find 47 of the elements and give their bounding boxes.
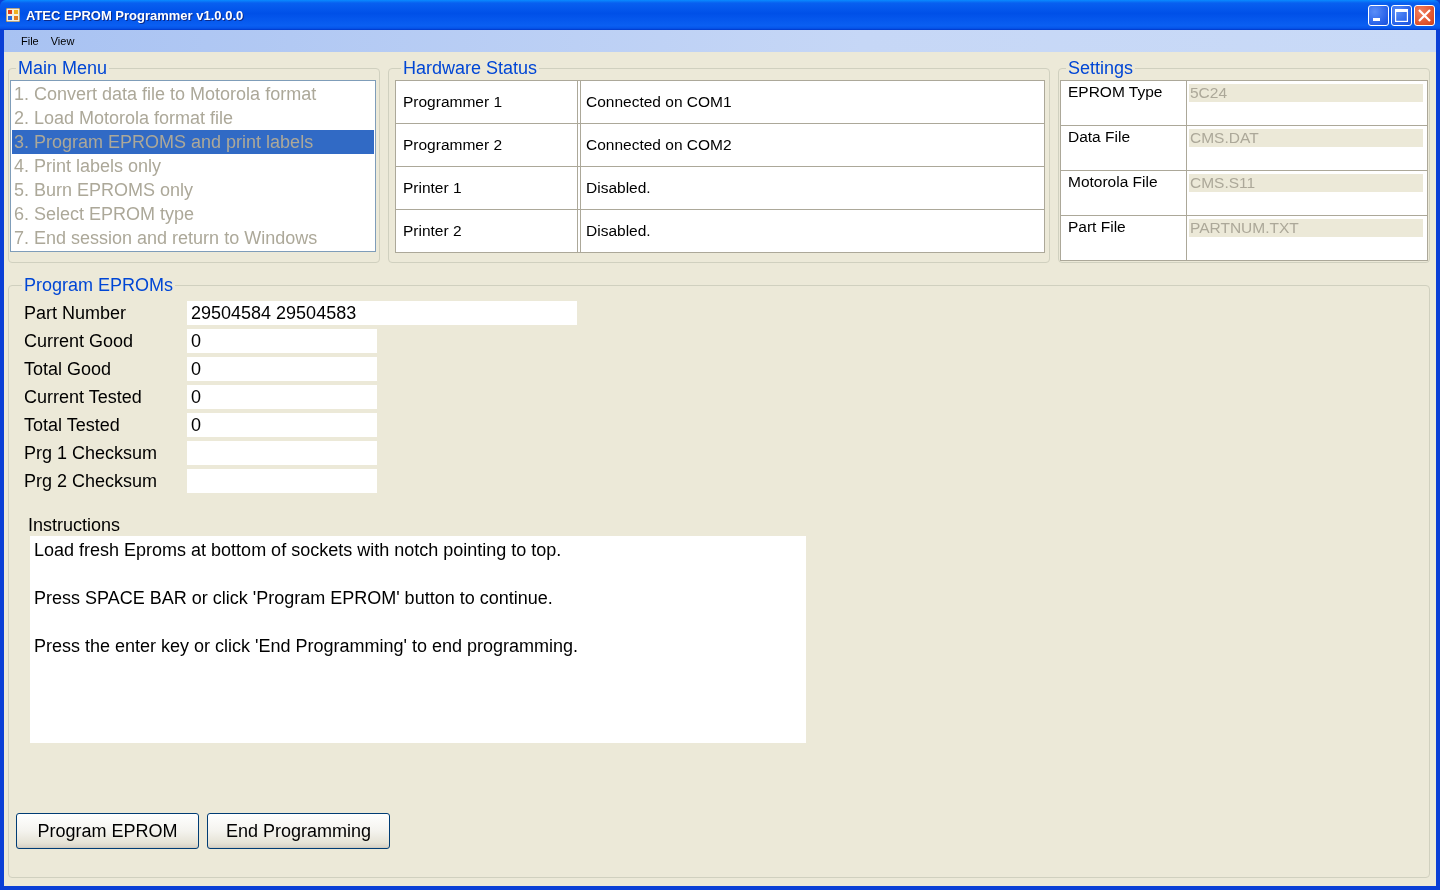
table-cell: Printer 2: [396, 210, 581, 252]
table-cell: Motorola File: [1061, 171, 1187, 215]
app-icon: [6, 8, 20, 22]
field-label: Prg 2 Checksum: [24, 470, 159, 492]
text-field[interactable]: [187, 469, 377, 493]
field-label: Part Number: [24, 302, 128, 324]
action-button[interactable]: Program EPROM: [16, 813, 199, 849]
group-title: Hardware Status: [402, 58, 539, 78]
text-field[interactable]: 0: [187, 329, 377, 353]
table-cell: Part File: [1061, 216, 1187, 260]
group-title: Program EPROMs: [23, 275, 175, 295]
text-field[interactable]: 0: [187, 357, 377, 381]
minimize-button[interactable]: [1368, 4, 1389, 26]
table-cell-text: Connected on COM2: [585, 135, 733, 155]
field-label: Total Tested: [24, 414, 121, 436]
minimize-icon: [1372, 18, 1380, 21]
text-field[interactable]: 0: [187, 413, 377, 437]
text-field[interactable]: [187, 441, 377, 465]
table-cell: Printer 1: [396, 167, 581, 209]
menu-item[interactable]: View: [44, 34, 81, 48]
table-cell-text: Connected on COM1: [585, 92, 733, 112]
group-title: Settings: [1067, 58, 1135, 78]
text-field[interactable]: 0: [187, 385, 377, 409]
field-label: Prg 1 Checksum: [24, 442, 159, 464]
table-cell: Programmer 2: [396, 124, 581, 166]
table-cell-text: Disabled.: [585, 178, 652, 198]
table-cell: Data File: [1061, 126, 1187, 170]
instruction-text: Press SPACE BAR or click 'Program EPROM' button to continue.: [34, 587, 553, 610]
text-field[interactable]: 29504584 29504583: [187, 301, 577, 325]
table-cell: EPROM Type: [1061, 81, 1187, 125]
table-cell-text: Disabled.: [585, 221, 652, 241]
field-label: Current Tested: [24, 386, 143, 408]
action-button[interactable]: End Programming: [207, 813, 390, 849]
instruction-text: Press the enter key or click 'End Programming' to end programming.: [34, 635, 579, 658]
group-title: Main Menu: [17, 58, 109, 78]
window-title: ATEC EPROM Programmer v1.0.0.0: [26, 7, 244, 23]
field-label: Current Good: [24, 330, 135, 352]
instruction-text: Load fresh Eproms at bottom of sockets with notch pointing to top.: [34, 539, 562, 562]
close-icon: [1418, 8, 1431, 22]
menu-item[interactable]: File: [15, 34, 45, 48]
maximize-button[interactable]: [1391, 4, 1412, 26]
table-cell: Programmer 1: [396, 81, 581, 123]
close-button[interactable]: [1414, 4, 1435, 26]
field-label: Instructions: [28, 515, 121, 535]
instructions-field[interactable]: Load fresh Eproms at bottom of sockets with notch pointing to top. Press SPACE BAR or click 'Program EPROM' button to continue. Press the enter key or click 'End Programming' to end programming.: [30, 536, 806, 743]
field-label: Total Good: [24, 358, 113, 380]
maximize-icon: [1395, 8, 1408, 22]
